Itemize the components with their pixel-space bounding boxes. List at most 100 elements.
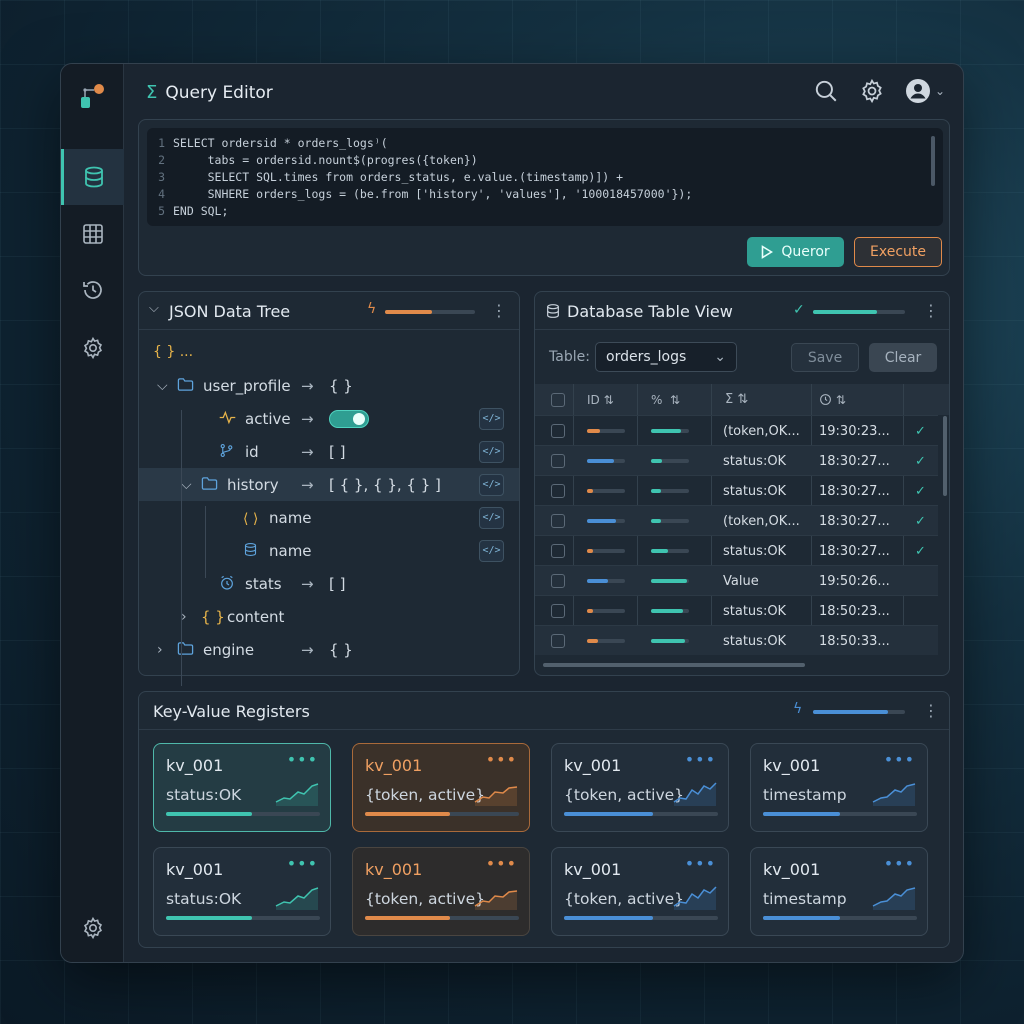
tree-node-name[interactable]: name </>: [139, 534, 519, 567]
code-view-icon[interactable]: </>: [479, 407, 504, 430]
sidebar-item-history[interactable]: [61, 262, 124, 318]
code-line[interactable]: 1 SELECT ordersid * orders_logs⁾(: [147, 135, 943, 152]
more-horizontal-icon[interactable]: •••: [287, 854, 318, 873]
key-value-panel: Key-Value Registers ϟ ⋮ kv_001 ••• statu…: [138, 691, 950, 948]
tree-node-stats[interactable]: stats → [ ]: [139, 567, 519, 600]
more-horizontal-icon[interactable]: •••: [884, 854, 915, 873]
more-vertical-icon[interactable]: ⋮: [923, 701, 939, 720]
tree-node-active[interactable]: active → </>: [139, 402, 519, 435]
tree-node-label: engine: [203, 640, 255, 659]
row-checkbox[interactable]: [551, 626, 565, 656]
chevron-down-icon[interactable]: ⌵: [181, 477, 192, 493]
line-number: 3: [158, 170, 165, 184]
kv-card[interactable]: kv_001 ••• {token, active}: [551, 847, 729, 936]
table-row[interactable]: Value 19:50:26...: [535, 565, 938, 595]
row-checkbox[interactable]: [551, 536, 565, 566]
row-progress-id: [587, 566, 625, 596]
table-row[interactable]: status:OK 18:30:27... ✓: [535, 475, 938, 505]
code-view-icon[interactable]: </>: [479, 473, 504, 496]
code-editor[interactable]: 1 SELECT ordersid * orders_logs⁾(2 tabs =…: [147, 128, 943, 226]
chevron-down-icon[interactable]: ⌵: [149, 301, 159, 316]
query-editor-panel: 1 SELECT ordersid * orders_logs⁾(2 tabs =…: [138, 119, 950, 276]
check-icon: ✓: [793, 302, 805, 318]
column-header-percent[interactable]: % ⇅: [651, 384, 680, 415]
sidebar-bottom-settings[interactable]: [61, 900, 124, 956]
table-vertical-scrollbar[interactable]: [943, 416, 947, 496]
tree-node-name[interactable]: ⟨ ⟩ name </>: [139, 501, 519, 534]
tree-node-content[interactable]: ›{ } content: [139, 600, 519, 633]
user-menu[interactable]: ⌄: [905, 78, 945, 104]
more-horizontal-icon[interactable]: •••: [884, 750, 915, 769]
query-button[interactable]: Queror: [747, 237, 844, 267]
editor-scrollbar[interactable]: [931, 136, 935, 186]
code-view-icon[interactable]: </>: [479, 440, 504, 463]
code-line[interactable]: 5 END SQL;: [147, 203, 943, 220]
row-checkbox[interactable]: [551, 506, 565, 536]
row-value: status:OK: [723, 543, 787, 559]
kv-card[interactable]: kv_001 ••• {token, active}: [551, 743, 729, 832]
select-all-checkbox[interactable]: [551, 384, 565, 415]
search-icon[interactable]: [813, 78, 839, 104]
row-progress-percent: [651, 476, 689, 506]
kv-card[interactable]: kv_001 ••• status:OK: [153, 847, 331, 936]
active-toggle[interactable]: [329, 409, 369, 428]
table-horizontal-scrollbar[interactable]: [543, 663, 805, 667]
row-progress-percent: [651, 596, 689, 626]
sidebar-item-tables[interactable]: [61, 206, 124, 262]
clock-icon: [820, 394, 831, 405]
chevron-right-icon[interactable]: ›: [157, 642, 163, 658]
arrow-right-icon: →: [301, 640, 314, 659]
sidebar-item-settings[interactable]: [61, 320, 124, 376]
kv-card[interactable]: kv_001 ••• timestamp: [750, 847, 928, 936]
sidebar-item-database[interactable]: [61, 149, 124, 205]
kv-card[interactable]: kv_001 ••• status:OK: [153, 743, 331, 832]
top-actions: ⌄: [813, 78, 945, 104]
more-vertical-icon[interactable]: ⋮: [923, 301, 939, 320]
lightning-icon: ϟ: [793, 701, 803, 717]
gear-icon[interactable]: [859, 78, 885, 104]
tree-node-history[interactable]: ⌵ history → [ { }, { }, { } ] </>: [139, 468, 519, 501]
column-header-id[interactable]: ID ⇅: [587, 384, 614, 415]
code-view-icon[interactable]: </>: [479, 539, 504, 562]
clear-button[interactable]: Clear: [869, 343, 937, 372]
more-horizontal-icon[interactable]: •••: [287, 750, 318, 769]
table-row[interactable]: status:OK 18:50:23...: [535, 595, 938, 625]
tree-node-user-profile[interactable]: ⌵ user_profile → { }: [139, 369, 519, 402]
row-checkbox[interactable]: [551, 446, 565, 476]
more-vertical-icon[interactable]: ⋮: [491, 301, 507, 320]
table-select[interactable]: orders_logs ⌄: [595, 342, 737, 372]
more-horizontal-icon[interactable]: •••: [486, 854, 517, 873]
chevron-down-icon[interactable]: ⌵: [157, 378, 168, 394]
column-header-time[interactable]: ⇅: [819, 384, 846, 415]
code-view-icon[interactable]: </>: [479, 506, 504, 529]
table-row[interactable]: status:OK 18:50:33...: [535, 625, 938, 655]
lightning-icon: ϟ: [367, 301, 377, 317]
table-row[interactable]: (token,OK... 18:30:27... ✓: [535, 505, 938, 535]
kv-key: kv_001: [564, 756, 622, 775]
row-checkbox[interactable]: [551, 596, 565, 626]
row-progress-id: [587, 536, 625, 566]
column-header-sum[interactable]: Σ ⇅: [725, 384, 748, 415]
table-row[interactable]: (token,OK... 19:30:23... ✓: [535, 415, 938, 445]
execute-button[interactable]: Execute: [854, 237, 942, 267]
code-line[interactable]: 3 SELECT SQL.times from orders_status, e…: [147, 169, 943, 186]
tree-node-engine[interactable]: › engine → { }: [139, 633, 519, 666]
kv-key: kv_001: [763, 756, 821, 775]
top-bar: Σ Query Editor ⌄: [124, 64, 963, 120]
kv-card[interactable]: kv_001 ••• {token, active}: [352, 847, 530, 936]
row-checkbox[interactable]: [551, 416, 565, 446]
save-button[interactable]: Save: [791, 343, 859, 372]
table-row[interactable]: status:OK 18:30:27... ✓: [535, 445, 938, 475]
row-checkbox[interactable]: [551, 566, 565, 596]
kv-progress-bar: [365, 916, 519, 920]
table-row[interactable]: status:OK 18:30:27... ✓: [535, 535, 938, 565]
tree-node-id[interactable]: id → [ ] </>: [139, 435, 519, 468]
more-horizontal-icon[interactable]: •••: [685, 750, 716, 769]
more-horizontal-icon[interactable]: •••: [685, 854, 716, 873]
more-horizontal-icon[interactable]: •••: [486, 750, 517, 769]
kv-card[interactable]: kv_001 ••• {token, active}: [352, 743, 530, 832]
row-checkbox[interactable]: [551, 476, 565, 506]
code-line[interactable]: 4 SNHERE orders_logs = (be.from ['histor…: [147, 186, 943, 203]
code-line[interactable]: 2 tabs = ordersid.nount$(progres({token}…: [147, 152, 943, 169]
kv-card[interactable]: kv_001 ••• timestamp: [750, 743, 928, 832]
